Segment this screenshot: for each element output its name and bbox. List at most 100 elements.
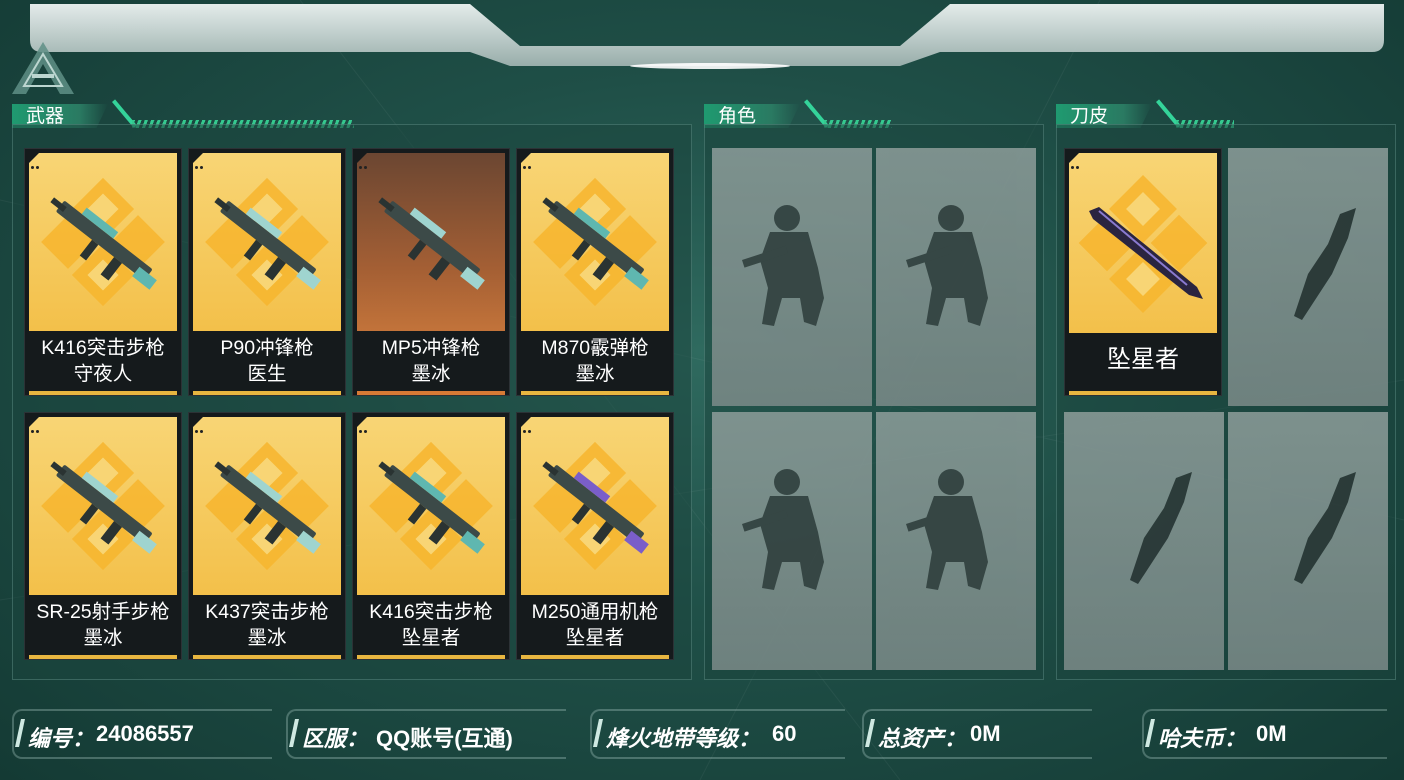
card-art [521, 153, 669, 331]
card-art [1069, 153, 1217, 333]
weapon-skin-name: P90冲锋枪 医生 [189, 335, 345, 387]
character-slot-empty[interactable] [876, 412, 1036, 670]
rarity-bar [193, 655, 341, 659]
weapon-name: SR-25射手步枪 [36, 601, 170, 623]
weapon-render-icon [542, 461, 649, 554]
character-slot-empty[interactable] [876, 148, 1036, 406]
assets-label: 总资产： [878, 726, 967, 751]
weapon-name: M250通用机枪 [531, 601, 659, 623]
skin-name: 坠星者 [565, 627, 625, 649]
knife-skin-card[interactable]: 坠星者 [1064, 148, 1222, 396]
weapon-skin-card[interactable]: K416突击步枪 坠星者 [352, 412, 510, 660]
knife-silhouette-icon [1294, 472, 1356, 584]
weapon-skin-name: SR-25射手步枪 墨冰 [25, 599, 181, 651]
skin-name: 墨冰 [411, 363, 451, 385]
info-level: 烽火地带等级： 60 [590, 709, 850, 759]
weapon-name: P90冲锋枪 [220, 337, 314, 359]
card-dots [359, 154, 371, 169]
weapon-name: K416突击步枪 [41, 337, 165, 359]
weapon-skin-card[interactable]: SR-25射手步枪 墨冰 [24, 412, 182, 660]
rarity-bar [357, 391, 505, 395]
rarity-bar [521, 655, 669, 659]
weapon-name: MP5冲锋枪 [381, 337, 481, 359]
card-dots [359, 418, 371, 433]
weapon-skin-card[interactable]: K416突击步枪 守夜人 [24, 148, 182, 396]
character-slot-empty[interactable] [712, 412, 872, 670]
card-dots [523, 154, 535, 169]
knife-icon [1089, 207, 1203, 299]
rarity-bar [29, 655, 177, 659]
weapon-render-icon [50, 461, 157, 554]
card-dots [523, 418, 535, 433]
skin-name: 坠星者 [401, 627, 461, 649]
weapon-skin-name: K416突击步枪 坠星者 [353, 599, 509, 651]
weapon-render-icon [542, 197, 649, 290]
knife-slot-empty[interactable] [1228, 148, 1388, 406]
level-label: 烽火地带等级： [606, 726, 761, 751]
weapon-skin-card[interactable]: M250通用机枪 坠星者 [516, 412, 674, 660]
assets-value: 0M [970, 721, 1001, 746]
card-art [357, 417, 505, 595]
card-dots [1071, 154, 1083, 169]
knife-skin-name: 坠星者 [1107, 346, 1179, 373]
weapon-name: K416突击步枪 [369, 601, 493, 623]
info-coin: 哈夫币： 0M [1142, 709, 1392, 759]
weapon-render-icon [214, 197, 321, 290]
skin-name: 医生 [247, 363, 287, 385]
weapon-skin-name: MP5冲锋枪 墨冰 [353, 335, 509, 387]
weapon-name: M870霰弹枪 [541, 337, 649, 359]
soldier-silhouette-icon [742, 205, 824, 326]
soldier-silhouette-icon [906, 205, 988, 326]
skin-name: 守夜人 [73, 363, 133, 385]
info-id: 编号： 24086557 [12, 709, 282, 759]
weapon-render-icon [378, 197, 485, 290]
card-art [193, 417, 341, 595]
card-art [521, 417, 669, 595]
card-art [29, 153, 177, 331]
id-label: 编号： [28, 726, 95, 751]
rarity-bar [521, 391, 669, 395]
weapon-skin-card[interactable]: K437突击步枪 墨冰 [188, 412, 346, 660]
rarity-bar [357, 655, 505, 659]
card-dots [195, 154, 207, 169]
rarity-bar [1069, 391, 1217, 395]
id-value: 24086557 [96, 721, 194, 746]
knife-silhouette-icon [1130, 472, 1192, 584]
card-art [357, 153, 505, 331]
soldier-silhouette-icon [906, 469, 988, 590]
weapon-name: K437突击步枪 [205, 601, 329, 623]
skin-name: 墨冰 [575, 363, 615, 385]
weapon-render-icon [50, 197, 157, 290]
weapon-skin-name: K416突击步枪 守夜人 [25, 335, 181, 387]
server-value: QQ账号(互通) [376, 726, 513, 751]
coin-label: 哈夫币： [1158, 726, 1247, 751]
weapon-skin-card[interactable]: MP5冲锋枪 墨冰 [352, 148, 510, 396]
level-value: 60 [772, 721, 797, 746]
weapon-skin-name: K437突击步枪 墨冰 [189, 599, 345, 651]
card-art [29, 417, 177, 595]
info-server: 区服： QQ账号(互通) [286, 709, 576, 759]
game-logo-icon [12, 42, 74, 94]
weapon-skin-card[interactable]: M870霰弹枪 墨冰 [516, 148, 674, 396]
weapon-render-icon [214, 461, 321, 554]
info-assets: 总资产： 0M [862, 709, 1102, 759]
character-slot-empty[interactable] [712, 148, 872, 406]
card-art [193, 153, 341, 331]
weapon-skin-name: M250通用机枪 坠星者 [517, 599, 673, 651]
card-dots [195, 418, 207, 433]
card-dots [31, 418, 43, 433]
rarity-bar [29, 391, 177, 395]
rarity-bar [193, 391, 341, 395]
weapon-skin-card[interactable]: P90冲锋枪 医生 [188, 148, 346, 396]
top-header-bar [30, 4, 1384, 69]
server-label: 区服： [302, 726, 369, 751]
card-dots [31, 154, 43, 169]
knife-silhouette-icon [1294, 208, 1356, 320]
coin-value: 0M [1256, 721, 1287, 746]
weapon-render-icon [378, 461, 485, 554]
knife-slot-empty[interactable] [1228, 412, 1388, 670]
weapon-skin-name: M870霰弹枪 墨冰 [517, 335, 673, 387]
skin-name: 墨冰 [247, 627, 287, 649]
soldier-silhouette-icon [742, 469, 824, 590]
knife-slot-empty[interactable] [1064, 412, 1224, 670]
